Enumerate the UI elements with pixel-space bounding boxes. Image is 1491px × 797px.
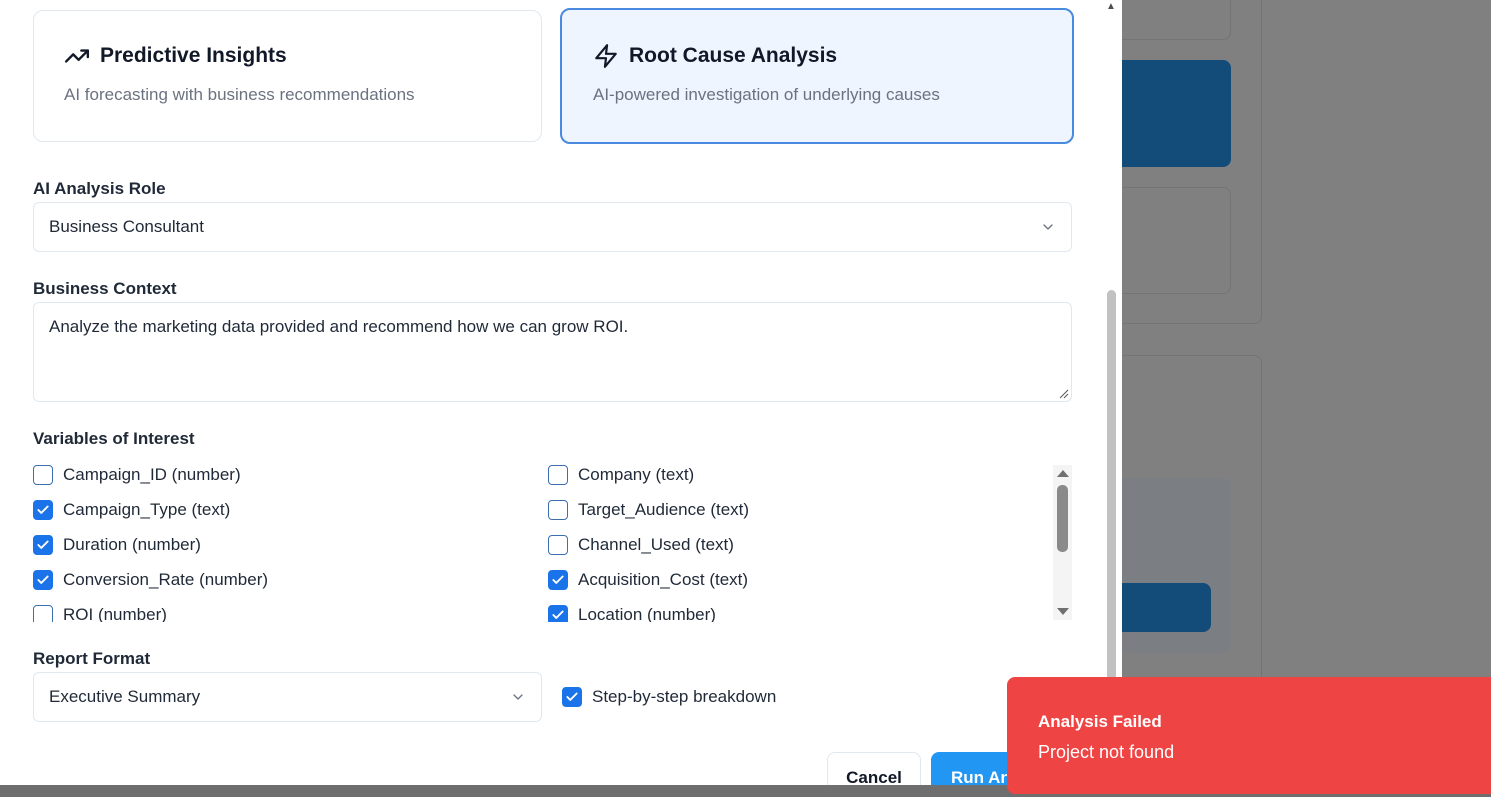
context-label: Business Context [33, 279, 177, 298]
variables-scrollbar[interactable] [1053, 465, 1072, 620]
variable-label: Channel_Used (text) [578, 535, 734, 554]
variable-duration[interactable]: Duration (number) [33, 535, 201, 555]
report-format-value: Executive Summary [49, 687, 201, 706]
checkbox[interactable] [548, 535, 568, 555]
step-by-step-toggle[interactable]: Step-by-step breakdown [562, 687, 776, 707]
variable-company[interactable]: Company (text) [548, 465, 694, 485]
check-icon [37, 575, 49, 584]
variable-conversion-rate[interactable]: Conversion_Rate (number) [33, 570, 268, 590]
predictive-insights-card[interactable]: Predictive Insights AI forecasting with … [33, 10, 542, 142]
chevron-down-icon [513, 694, 523, 700]
role-select-value: Business Consultant [49, 217, 204, 236]
cancel-button[interactable]: Cancel [827, 752, 921, 785]
variable-label: Location (number) [578, 605, 716, 622]
variables-label: Variables of Interest [33, 429, 195, 448]
lightning-icon [593, 43, 619, 69]
toast-title: Analysis Failed [1038, 712, 1162, 731]
scroll-down-arrow-icon[interactable] [1057, 608, 1069, 615]
variable-label: ROI (number) [63, 605, 167, 622]
checkbox[interactable] [548, 605, 568, 622]
step-by-step-label: Step-by-step breakdown [592, 687, 777, 706]
check-icon [37, 540, 49, 549]
variable-label: Duration (number) [63, 535, 201, 554]
variable-acquisition-cost[interactable]: Acquisition_Cost (text) [548, 570, 748, 590]
card-title: Root Cause Analysis [629, 44, 838, 67]
check-icon [37, 505, 49, 514]
chevron-down-icon [1043, 224, 1053, 230]
checkbox[interactable] [548, 465, 568, 485]
check-icon [566, 692, 578, 701]
variable-label: Acquisition_Cost (text) [578, 570, 749, 589]
checkbox[interactable] [548, 570, 568, 590]
checkbox[interactable] [33, 605, 53, 622]
error-toast[interactable]: Analysis Failed Project not found [1007, 677, 1491, 794]
check-icon [552, 610, 564, 619]
card-description: AI forecasting with business recommendat… [64, 85, 415, 104]
variable-location[interactable]: Location (number) [548, 605, 716, 622]
variable-channel-used[interactable]: Channel_Used (text) [548, 535, 734, 555]
scroll-up-arrow-icon[interactable] [1057, 470, 1069, 477]
checkbox[interactable] [33, 535, 53, 555]
variables-list: Campaign_ID (number) Campaign_Type (text… [33, 460, 1072, 622]
card-title: Predictive Insights [100, 44, 287, 67]
business-context-value: Analyze the marketing data provided and … [49, 317, 629, 336]
checkbox[interactable] [33, 465, 53, 485]
analysis-modal: Predictive Insights AI forecasting with … [0, 0, 1122, 785]
business-context-textarea[interactable]: Analyze the marketing data provided and … [33, 302, 1072, 402]
toast-message: Project not found [1038, 742, 1175, 762]
root-cause-analysis-card[interactable]: Root Cause Analysis AI-powered investiga… [560, 8, 1074, 144]
variable-roi[interactable]: ROI (number) [33, 605, 167, 622]
check-icon [552, 575, 564, 584]
report-format-label: Report Format [33, 649, 151, 668]
checkbox[interactable] [33, 500, 53, 520]
checkbox[interactable] [33, 570, 53, 590]
role-select[interactable]: Business Consultant [33, 202, 1072, 252]
checkbox[interactable] [548, 500, 568, 520]
modal-scrollbar-thumb[interactable] [1107, 290, 1116, 690]
variable-label: Target_Audience (text) [578, 500, 750, 519]
scrollbar-thumb[interactable] [1057, 485, 1068, 552]
variable-label: Campaign_Type (text) [63, 500, 231, 519]
variable-target-audience[interactable]: Target_Audience (text) [548, 500, 749, 520]
variable-label: Company (text) [578, 465, 695, 484]
checkbox[interactable] [562, 687, 582, 707]
resize-grip-icon[interactable] [1059, 389, 1069, 399]
variable-label: Conversion_Rate (number) [63, 570, 269, 589]
cancel-button-label: Cancel [846, 768, 902, 785]
variable-campaign-id[interactable]: Campaign_ID (number) [33, 465, 241, 485]
report-format-select[interactable]: Executive Summary [33, 672, 542, 722]
role-label: AI Analysis Role [33, 179, 166, 198]
trending-up-icon [64, 43, 90, 69]
card-description: AI-powered investigation of underlying c… [593, 85, 940, 104]
variable-label: Campaign_ID (number) [63, 465, 241, 484]
scroll-up-arrow-icon[interactable]: ▲ [1103, 0, 1119, 14]
variable-campaign-type[interactable]: Campaign_Type (text) [33, 500, 230, 520]
